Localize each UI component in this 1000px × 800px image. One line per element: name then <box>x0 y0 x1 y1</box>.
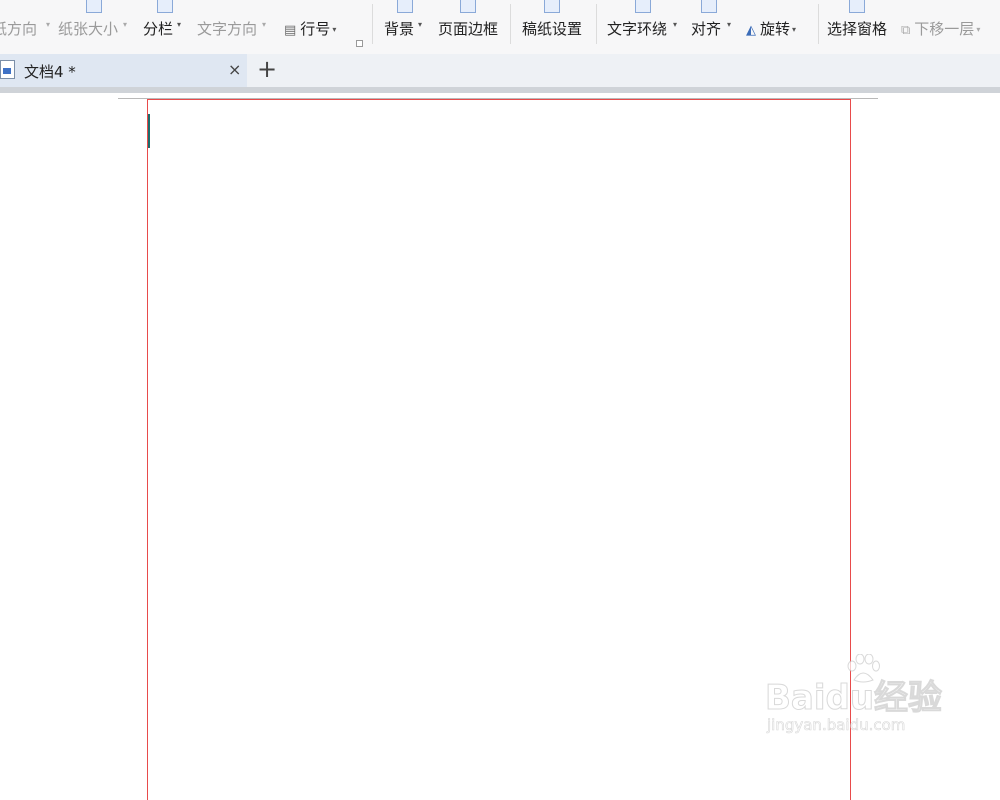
chevron-down-icon: ▾ <box>123 20 128 29</box>
send-backward-label: 下移一层 <box>914 20 975 38</box>
chevron-down-icon: ▾ <box>177 20 182 29</box>
draft-paper-label: 稿纸设置 <box>522 20 583 38</box>
divider <box>372 4 373 44</box>
orientation-label: 纸方向 <box>0 20 38 38</box>
chevron-down-icon: ▾ <box>727 20 732 29</box>
text-direction-label: 文字方向 <box>197 20 258 38</box>
divider <box>510 4 511 44</box>
text-wrap-label: 文字环绕 <box>607 20 668 38</box>
divider <box>818 4 819 44</box>
baidu-watermark: Baidu经验 jingyan.baidu.com <box>764 652 955 744</box>
chevron-down-icon: ▾ <box>673 20 678 29</box>
line-numbers-label: 行号 <box>300 20 331 38</box>
rotate-icon: ◭ <box>746 23 756 38</box>
watermark-brand: Baidu经验 <box>764 678 943 719</box>
align-label: 对齐 <box>691 20 722 38</box>
chevron-down-icon: ▾ <box>976 25 981 34</box>
chevron-down-icon: ▾ <box>792 25 797 34</box>
text-wrap-icon <box>635 0 651 13</box>
document-tab[interactable]: 文档4 * × <box>0 54 247 89</box>
background-label: 背景 <box>384 20 415 38</box>
chevron-down-icon: ▾ <box>46 20 51 29</box>
columns-icon <box>157 0 173 13</box>
send-backward-group: ⧉ 下移一层 ▾ <box>901 18 980 39</box>
rotate-label: 旋转 <box>760 20 791 38</box>
close-tab-button[interactable]: × <box>228 60 241 79</box>
page-border-icon <box>460 0 476 13</box>
line-numbers-icon: ▤ <box>284 23 297 38</box>
selection-pane-label: 选择窗格 <box>827 20 888 38</box>
text-cursor <box>148 114 150 148</box>
ribbon-toolbar: 纸方向 ▾ 纸张大小 ▾ 分栏 ▾ 文字方向 ▾ ▤行号▾ 背景 ▾ 页面边框 … <box>0 0 1000 54</box>
rotate-group: ◭ 旋转 ▾ <box>746 18 796 39</box>
word-document-icon <box>0 60 15 79</box>
send-backward-icon: ⧉ <box>901 23 911 38</box>
page-border-label: 页面边框 <box>438 20 499 38</box>
columns-label: 分栏 <box>143 20 174 38</box>
paper-size-label: 纸张大小 <box>58 20 119 38</box>
watermark-url: jingyan.baidu.com <box>767 716 906 735</box>
page-border-frame[interactable] <box>147 99 851 800</box>
chevron-down-icon: ▾ <box>418 20 423 29</box>
chevron-down-icon: ▾ <box>262 20 267 29</box>
chevron-down-icon: ▾ <box>332 25 337 34</box>
draft-paper-icon <box>544 0 560 13</box>
paper-size-icon <box>86 0 102 13</box>
line-numbers-group: ▤ 行号 ▾ <box>284 18 336 39</box>
new-tab-button[interactable]: + <box>257 55 277 83</box>
align-icon <box>701 0 717 13</box>
document-tab-bar: 文档4 * × + <box>0 54 1000 89</box>
background-icon <box>397 0 413 13</box>
selection-pane-icon <box>849 0 865 13</box>
document-tab-title: 文档4 * <box>24 63 76 81</box>
divider <box>596 4 597 44</box>
page-setup-launcher-icon[interactable] <box>356 40 363 47</box>
